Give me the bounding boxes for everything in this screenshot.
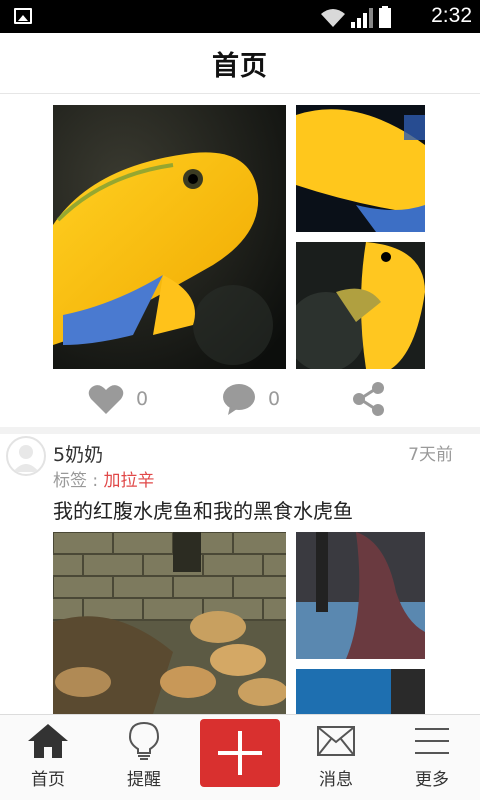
lightbulb-icon	[128, 721, 160, 760]
comment-button[interactable]: 0	[222, 371, 280, 427]
tag-link[interactable]: 加拉辛	[104, 471, 155, 491]
feed[interactable]: 0 0 5奶奶 7天前 标签: 加拉辛 我的红腹水虎鱼和我的黑食水虎鱼	[0, 94, 480, 714]
nav-home[interactable]: 首页	[0, 715, 96, 800]
post-header: 5奶奶 7天前 标签 : 加拉辛 我的红腹水虎鱼和我的黑食水虎鱼	[0, 436, 480, 526]
app-header: 首页	[0, 33, 480, 94]
comment-icon	[223, 384, 255, 415]
nav-home-label: 首页	[31, 770, 65, 790]
nav-more[interactable]: 更多	[384, 715, 480, 800]
menu-icon	[415, 728, 449, 754]
share-button[interactable]	[350, 371, 386, 427]
nav-more-label: 更多	[415, 770, 449, 790]
nav-messages-label: 消息	[319, 770, 353, 790]
post-photo-grid	[53, 105, 425, 369]
tag-line: 标签 : 加拉辛	[53, 466, 155, 491]
like-button[interactable]: 0	[88, 371, 148, 427]
nav-reminders[interactable]: 提醒	[96, 715, 192, 800]
add-post-button[interactable]	[200, 719, 280, 787]
page-title: 首页	[212, 50, 268, 82]
author-name[interactable]: 5奶奶	[53, 440, 103, 467]
post-divider	[0, 427, 480, 434]
post-title[interactable]: 我的红腹水虎鱼和我的黑食水虎鱼	[53, 495, 353, 524]
post-photo-main[interactable]	[53, 105, 286, 369]
post-time: 7天前	[408, 445, 453, 465]
bottom-nav: 首页 提醒 消息 更多	[0, 714, 480, 800]
signal-icon	[351, 8, 373, 28]
nav-reminders-label: 提醒	[127, 770, 161, 790]
post-photo-main[interactable]	[53, 532, 286, 714]
post-photo-tertiary[interactable]	[296, 669, 425, 714]
wifi-icon	[321, 9, 345, 27]
post-photo-grid	[53, 532, 425, 714]
comment-count: 0	[268, 388, 281, 410]
nav-messages[interactable]: 消息	[288, 715, 384, 800]
status-icons	[320, 6, 392, 28]
like-count: 0	[136, 388, 149, 410]
post-photo-secondary[interactable]	[296, 105, 425, 232]
post-photo-tertiary[interactable]	[296, 242, 425, 369]
status-bar: 2:32	[0, 0, 480, 33]
post-photo-secondary[interactable]	[296, 532, 425, 659]
home-icon	[28, 724, 68, 758]
post-actions: 0 0	[0, 371, 480, 427]
plus-icon-vertical	[238, 731, 242, 775]
battery-icon	[379, 6, 391, 28]
heart-icon	[88, 385, 124, 414]
mail-icon	[317, 726, 355, 756]
status-time: 2:32	[431, 4, 472, 27]
user-avatar-icon	[13, 445, 39, 472]
share-icon	[353, 382, 384, 416]
avatar[interactable]	[6, 436, 46, 476]
gallery-notification-icon	[14, 8, 32, 24]
tag-label: 标签 :	[53, 471, 99, 491]
